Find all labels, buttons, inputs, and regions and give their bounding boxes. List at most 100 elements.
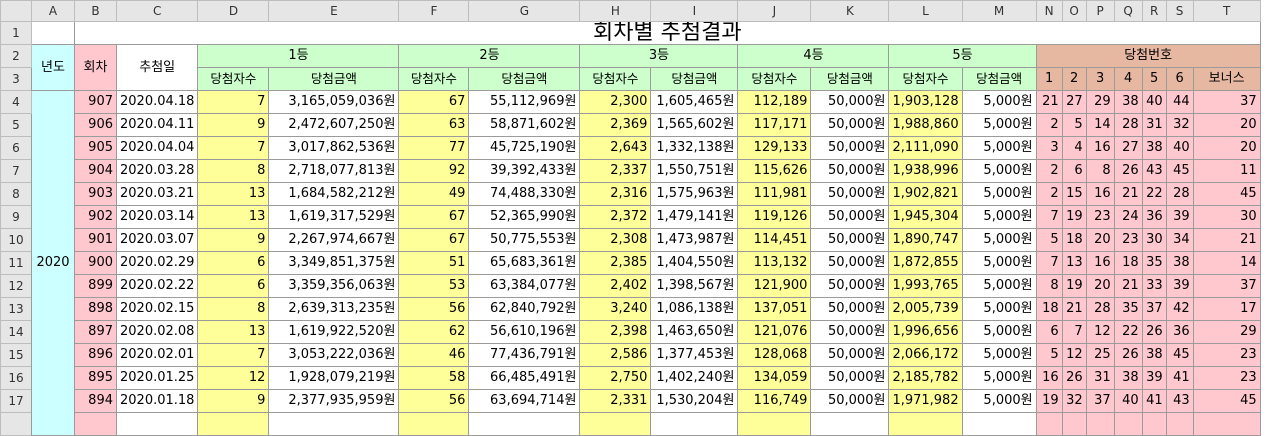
date-cell[interactable]: 2020.03.07 <box>115 228 199 252</box>
round-cell[interactable]: 895 <box>74 366 117 390</box>
column-header[interactable]: J <box>737 0 812 22</box>
round-cell[interactable]: 894 <box>74 389 117 413</box>
winners-4-cell[interactable]: 114,451 <box>737 228 812 252</box>
date-cell[interactable]: 2020.02.22 <box>115 274 199 298</box>
number-cell[interactable]: 6 <box>1061 159 1087 183</box>
cell[interactable] <box>737 412 812 436</box>
header-n1[interactable]: 1 <box>1035 67 1063 91</box>
number-cell[interactable]: 27 <box>1113 136 1143 160</box>
number-cell[interactable]: 35 <box>1141 251 1167 275</box>
header-date[interactable]: 추첨일 <box>115 44 199 91</box>
row-header[interactable]: 3 <box>0 67 32 91</box>
winners-3-cell[interactable]: 2,337 <box>579 159 652 183</box>
header-n5[interactable]: 5 <box>1141 67 1167 91</box>
winners-5-cell[interactable]: 1,988,860 <box>888 113 963 137</box>
winners-5-cell[interactable]: 2,111,090 <box>888 136 963 160</box>
winners-2-cell[interactable]: 92 <box>398 159 470 183</box>
number-cell[interactable]: 22 <box>1113 320 1143 344</box>
number-cell[interactable]: 37 <box>1085 389 1115 413</box>
amount-1-cell[interactable]: 1,619,922,520원 <box>268 320 400 344</box>
number-cell[interactable]: 44 <box>1165 90 1194 114</box>
column-header[interactable]: G <box>468 0 581 22</box>
number-cell[interactable]: 38 <box>1165 251 1194 275</box>
number-cell[interactable]: 21 <box>1113 274 1143 298</box>
date-cell[interactable]: 2020.02.01 <box>115 343 199 367</box>
cell[interactable] <box>810 412 890 436</box>
row-header[interactable]: 5 <box>0 113 32 137</box>
amount-5-cell[interactable]: 5,000원 <box>961 320 1037 344</box>
number-cell[interactable]: 7 <box>1035 205 1063 229</box>
winners-4-cell[interactable]: 116,749 <box>737 389 812 413</box>
row-header[interactable] <box>0 412 32 436</box>
number-cell[interactable]: 16 <box>1085 182 1115 206</box>
amount-2-cell[interactable]: 74,488,330원 <box>468 182 581 206</box>
header-amount-3[interactable]: 당첨금액 <box>650 67 739 91</box>
amount-2-cell[interactable]: 55,112,969원 <box>468 90 581 114</box>
amount-3-cell[interactable]: 1,404,550원 <box>650 251 739 275</box>
number-cell[interactable]: 26 <box>1113 343 1143 367</box>
bonus-cell[interactable]: 30 <box>1192 205 1261 229</box>
column-header[interactable]: S <box>1165 0 1194 22</box>
winners-3-cell[interactable]: 2,643 <box>579 136 652 160</box>
round-cell[interactable]: 899 <box>74 274 117 298</box>
amount-2-cell[interactable]: 66,485,491원 <box>468 366 581 390</box>
amount-1-cell[interactable]: 2,377,935,959원 <box>268 389 400 413</box>
winners-1-cell[interactable]: 9 <box>197 389 270 413</box>
winners-1-cell[interactable]: 7 <box>197 136 270 160</box>
round-cell[interactable]: 900 <box>74 251 117 275</box>
winners-2-cell[interactable]: 46 <box>398 343 470 367</box>
number-cell[interactable]: 39 <box>1165 205 1194 229</box>
column-header[interactable]: L <box>888 0 963 22</box>
number-cell[interactable]: 5 <box>1061 113 1087 137</box>
number-cell[interactable]: 27 <box>1061 90 1087 114</box>
amount-4-cell[interactable]: 50,000원 <box>810 343 890 367</box>
winners-4-cell[interactable]: 119,126 <box>737 205 812 229</box>
winners-1-cell[interactable]: 6 <box>197 251 270 275</box>
header-n6[interactable]: 6 <box>1165 67 1194 91</box>
winners-5-cell[interactable]: 2,185,782 <box>888 366 963 390</box>
round-cell[interactable]: 901 <box>74 228 117 252</box>
amount-4-cell[interactable]: 50,000원 <box>810 251 890 275</box>
row-header[interactable]: 15 <box>0 343 32 367</box>
cell[interactable] <box>468 412 581 436</box>
winners-5-cell[interactable]: 1,890,747 <box>888 228 963 252</box>
number-cell[interactable]: 36 <box>1141 205 1167 229</box>
number-cell[interactable]: 43 <box>1165 389 1194 413</box>
column-header[interactable]: T <box>1192 0 1261 22</box>
winners-3-cell[interactable]: 2,331 <box>579 389 652 413</box>
number-cell[interactable]: 28 <box>1085 297 1115 321</box>
number-cell[interactable]: 40 <box>1113 389 1143 413</box>
bonus-cell[interactable]: 11 <box>1192 159 1261 183</box>
number-cell[interactable]: 2 <box>1035 113 1063 137</box>
round-cell[interactable]: 906 <box>74 113 117 137</box>
number-cell[interactable]: 39 <box>1165 274 1194 298</box>
winners-1-cell[interactable]: 7 <box>197 90 270 114</box>
amount-5-cell[interactable]: 5,000원 <box>961 205 1037 229</box>
header-amount-2[interactable]: 당첨금액 <box>468 67 581 91</box>
number-cell[interactable]: 16 <box>1035 366 1063 390</box>
row-header[interactable]: 1 <box>0 21 32 45</box>
amount-4-cell[interactable]: 50,000원 <box>810 113 890 137</box>
number-cell[interactable]: 28 <box>1113 113 1143 137</box>
amount-5-cell[interactable]: 5,000원 <box>961 182 1037 206</box>
winners-5-cell[interactable]: 1,872,855 <box>888 251 963 275</box>
amount-5-cell[interactable]: 5,000원 <box>961 251 1037 275</box>
amount-4-cell[interactable]: 50,000원 <box>810 297 890 321</box>
number-cell[interactable]: 29 <box>1085 90 1115 114</box>
winners-3-cell[interactable]: 2,398 <box>579 320 652 344</box>
amount-2-cell[interactable]: 63,694,714원 <box>468 389 581 413</box>
winners-1-cell[interactable]: 9 <box>197 113 270 137</box>
number-cell[interactable]: 32 <box>1061 389 1087 413</box>
number-cell[interactable]: 38 <box>1113 90 1143 114</box>
header-winners-3[interactable]: 당첨자수 <box>579 67 652 91</box>
winners-1-cell[interactable]: 13 <box>197 320 270 344</box>
winners-2-cell[interactable]: 51 <box>398 251 470 275</box>
number-cell[interactable]: 33 <box>1141 274 1167 298</box>
amount-1-cell[interactable]: 2,718,077,813원 <box>268 159 400 183</box>
winners-3-cell[interactable]: 2,369 <box>579 113 652 137</box>
amount-5-cell[interactable]: 5,000원 <box>961 90 1037 114</box>
winners-2-cell[interactable]: 62 <box>398 320 470 344</box>
header-prize5[interactable]: 5등 <box>888 44 1037 68</box>
number-cell[interactable]: 12 <box>1061 343 1087 367</box>
header-n3[interactable]: 3 <box>1085 67 1115 91</box>
